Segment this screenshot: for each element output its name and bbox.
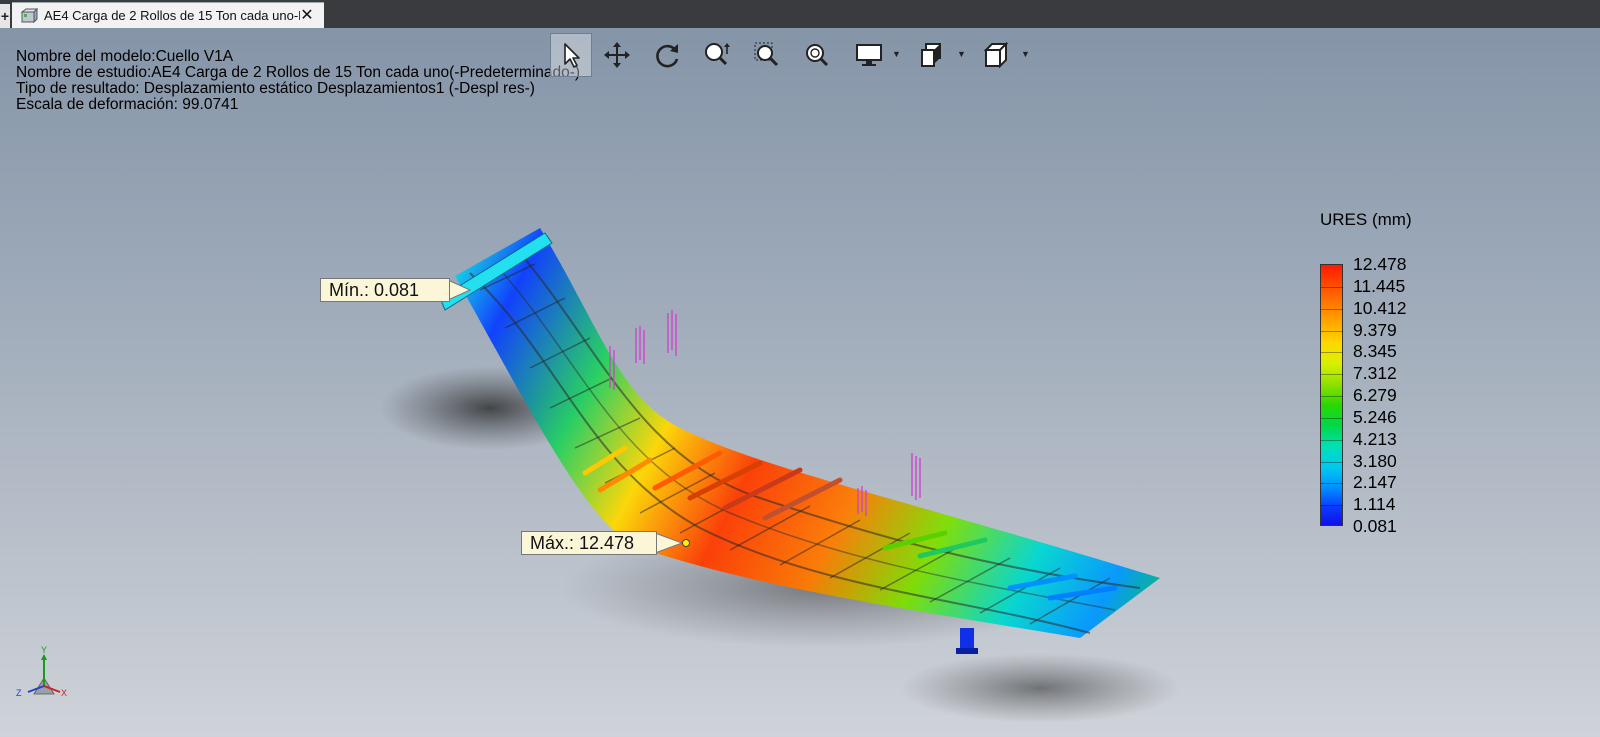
legend-tick [1321,417,1343,419]
legend-value: 12.478 [1353,254,1407,274]
legend-value: 2.147 [1353,472,1397,493]
y-axis-label: Y [41,645,47,655]
view-orientation-dropdown-icon[interactable]: ▼ [957,49,966,59]
z-axis-label: Z [16,688,22,698]
study-info: Nombre del modelo:Cuello V1A Nombre de e… [16,49,580,113]
rotate-icon [656,44,679,68]
section-view-icon [983,41,1009,69]
pan-button[interactable] [596,33,638,77]
new-tab-button[interactable]: + [0,4,10,28]
select-tool-button[interactable] [550,33,592,77]
legend-tick [1321,286,1343,288]
view-orientation-button[interactable] [912,33,954,77]
tab-title: AE4 Carga de 2 Rollos de 15 Ton cada uno… [44,8,300,23]
zoom-to-fit-button[interactable] [796,33,838,77]
axis-triad-icon: Y X Z [16,645,67,698]
legend-value: 6.279 [1353,385,1397,405]
zoom-in-out-button[interactable] [696,33,738,77]
legend-value: 11.445 [1353,275,1406,296]
part-document-icon [20,7,38,23]
zoom-to-area-icon [754,42,779,67]
legend-value: 0.081 [1353,516,1397,536]
legend-value: 9.379 [1353,319,1397,340]
legend-value: 7.312 [1353,363,1397,384]
min-value-callout: Mín.: 0.081 [320,278,450,302]
document-tab-bar: + AE4 Carga de 2 Rollos de 15 Ton cada u… [0,0,1600,28]
max-value-callout: Máx.: 12.478 [521,531,657,555]
legend-tick [1321,483,1343,485]
result-type-text: Tipo de resultado: Desplazamiento estáti… [16,80,535,97]
model-name-text: Nombre del modelo:Cuello V1A [16,48,234,65]
legend-title: URES (mm) [1320,210,1412,229]
legend-value: 8.345 [1353,341,1397,362]
legend-tick [1321,308,1343,310]
zoom-to-area-button[interactable] [746,33,788,77]
legend-value: 5.246 [1353,406,1397,427]
legend-tick [1321,330,1343,332]
legend-value: 3.180 [1353,450,1397,471]
legend-tick [1321,352,1343,354]
zoom-to-fit-icon [806,44,829,67]
legend-tick [1321,505,1343,507]
legend-value: 4.213 [1353,428,1397,449]
color-legend-bar [1320,264,1343,526]
legend-tick [1321,374,1343,376]
zoom-in-out-icon [705,43,730,66]
graphics-viewport[interactable]: Nombre del modelo:Cuello V1A Nombre de e… [0,28,1600,737]
legend-value: 10.412 [1353,297,1407,318]
display-style-icon [856,44,882,66]
select-arrow-icon [564,43,580,68]
close-tab-icon[interactable]: ✕ [300,7,314,23]
legend-value: 1.114 [1353,494,1396,515]
legend-tick [1321,396,1343,397]
legend-tick [1321,461,1343,463]
section-view-dropdown-icon[interactable]: ▼ [1021,49,1030,59]
pan-icon [604,42,630,68]
x-axis-label: X [61,688,67,698]
legend-tick [1321,439,1343,441]
display-style-dropdown-icon[interactable]: ▼ [892,49,901,59]
study-name-text: Nombre de estudio:AE4 Carga de 2 Rollos … [16,64,581,81]
view-orientation-icon [921,43,941,67]
section-view-button[interactable] [976,33,1018,77]
deformation-scale-text: Escala de deformación: 99.0741 [16,96,239,113]
display-style-button[interactable] [848,33,890,77]
document-tab[interactable]: AE4 Carga de 2 Rollos de 15 Ton cada uno… [12,2,324,28]
rotate-button[interactable] [646,33,688,77]
